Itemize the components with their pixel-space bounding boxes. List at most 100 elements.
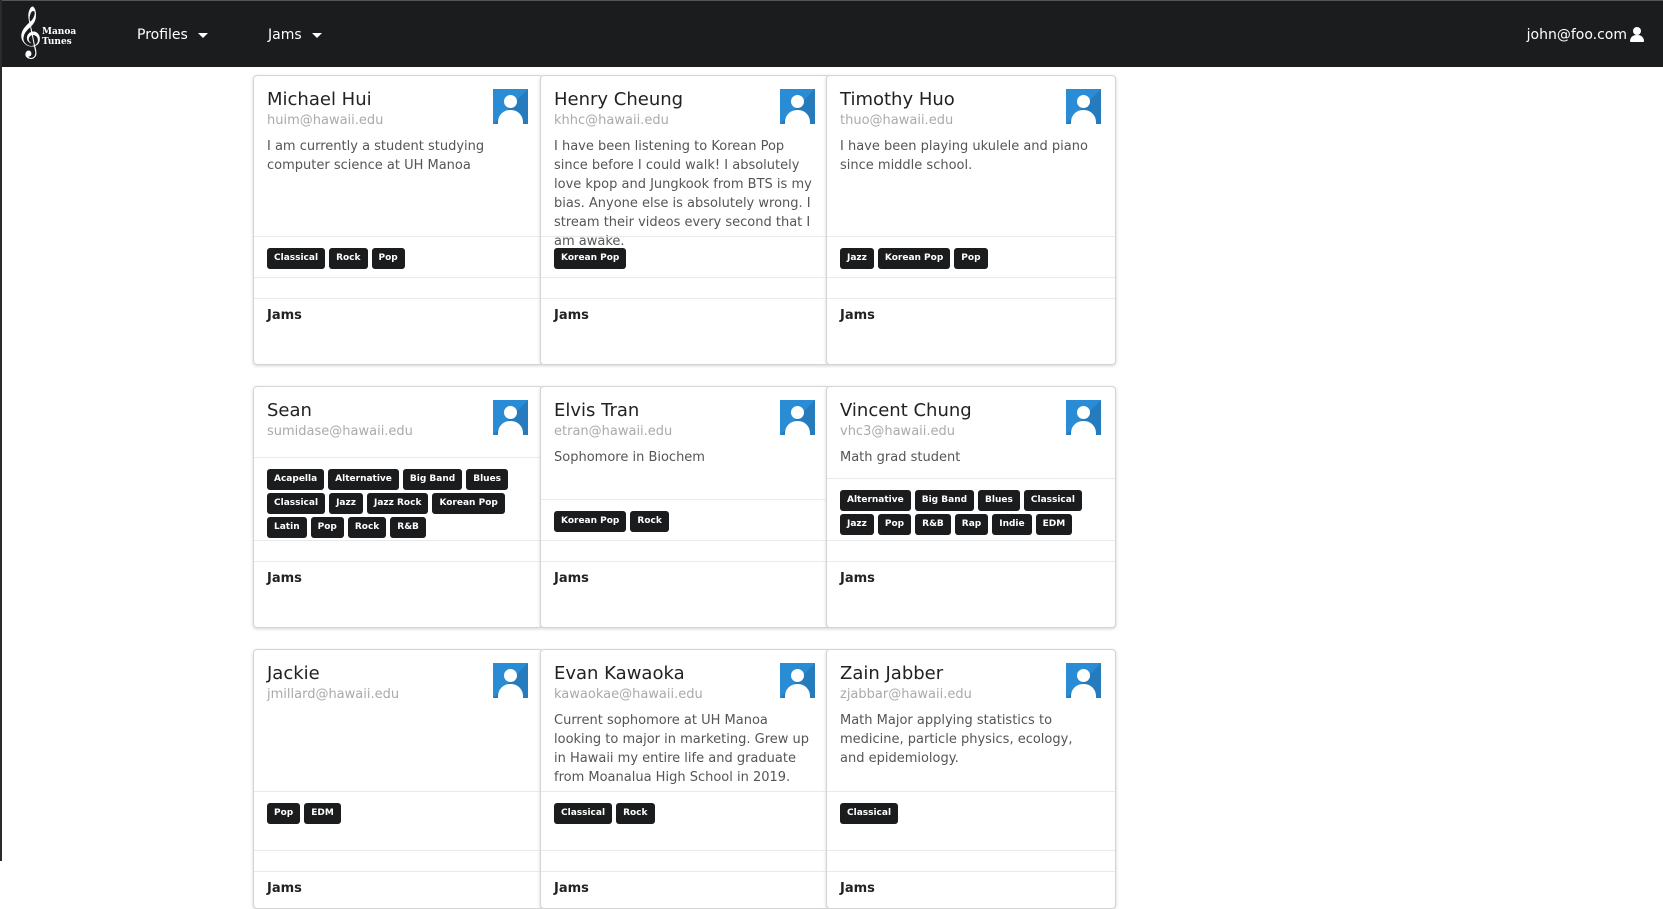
window-edge <box>0 0 2 861</box>
avatar-icon <box>780 89 815 124</box>
genre-tag: Classical <box>267 493 326 514</box>
profile-name: Henry Cheung <box>554 89 684 110</box>
genre-tag: Classical <box>554 803 613 824</box>
genre-tag: Jazz <box>840 514 874 535</box>
jams-label: Jams <box>267 881 302 896</box>
divider <box>254 540 542 541</box>
genre-tag: Rock <box>616 803 655 824</box>
profile-card[interactable]: Michael Hui huim@hawaii.edu I am currently… <box>253 75 543 365</box>
genre-tag: R&B <box>915 514 951 535</box>
user-icon <box>1629 27 1645 43</box>
user-email: john@foo.com <box>1526 27 1627 43</box>
jams-label: Jams <box>267 571 302 586</box>
treble-clef-icon: 𝄞 <box>16 6 43 57</box>
avatar-icon <box>1066 400 1101 435</box>
jams-section <box>254 871 542 872</box>
avatar-icon <box>1066 663 1101 698</box>
jams-section <box>827 871 1115 872</box>
divider <box>541 850 829 851</box>
profile-email: thuo@hawaii.edu <box>840 113 954 128</box>
genre-tag: Big Band <box>402 469 463 490</box>
top-navbar: 𝄞 Manoa Tunes Profiles Jams john@foo.com <box>2 0 1663 67</box>
caret-down-icon <box>197 32 208 38</box>
genre-tag: Blues <box>978 490 1020 511</box>
genre-tag: Jazz <box>840 248 874 269</box>
tags-section: Classical <box>827 791 1115 824</box>
jams-label: Jams <box>840 571 875 586</box>
jams-label: Jams <box>267 308 302 323</box>
profile-email: khhc@hawaii.edu <box>554 113 669 128</box>
profile-email: huim@hawaii.edu <box>267 113 384 128</box>
jams-label: Jams <box>554 308 589 323</box>
divider <box>827 277 1115 278</box>
profile-card[interactable]: Elvis Tran etran@hawaii.edu Sophomore in B… <box>540 386 830 628</box>
genre-tag: Korean Pop <box>554 511 627 532</box>
profile-card[interactable]: Zain Jabber zjabbar@hawaii.edu Math Major … <box>826 649 1116 909</box>
genre-tag: Pop <box>310 517 344 538</box>
jams-dropdown-label: Jams <box>268 27 302 43</box>
genre-tag: Rock <box>630 511 669 532</box>
tags-section: Korean Pop Rock <box>541 499 829 532</box>
jams-section <box>541 561 829 562</box>
genre-tag: Big Band <box>914 490 975 511</box>
tags-section: Korean Pop <box>541 236 829 269</box>
avatar-icon <box>493 663 528 698</box>
divider <box>827 850 1115 851</box>
profile-name: Elvis Tran <box>554 400 640 421</box>
jams-section <box>254 298 542 299</box>
profile-bio: Math grad student <box>840 450 961 465</box>
genre-tag: Alternative <box>840 490 911 511</box>
profile-email: vhc3@hawaii.edu <box>840 424 956 439</box>
genre-tag: Classical <box>1023 490 1082 511</box>
profile-email: sumidase@hawaii.edu <box>267 424 413 439</box>
genre-tag: Acapella <box>267 469 325 490</box>
tags-section: Alternative Big Band Blues Classical Jazz Pop… <box>827 478 1115 535</box>
profile-name: Sean <box>267 400 312 421</box>
profile-card[interactable]: Sean sumidase@hawaii.edu Acapella Alternati… <box>253 386 543 628</box>
genre-tag: EDM <box>1035 514 1073 535</box>
profile-bio: Sophomore in Biochem <box>554 450 705 465</box>
genre-tag: Alternative <box>328 469 399 490</box>
profile-card[interactable]: Jackie jmillard@hawaii.edu Pop EDM Jams <box>253 649 543 909</box>
avatar-icon <box>493 89 528 124</box>
avatar-icon <box>1066 89 1101 124</box>
genre-tag: Rap <box>954 514 989 535</box>
genre-tag: R&B <box>390 517 426 538</box>
user-menu[interactable]: john@foo.com <box>1527 27 1645 43</box>
profile-name: Evan Kawaoka <box>554 663 685 684</box>
tags-section: Jazz Korean Pop Pop <box>827 236 1115 269</box>
jams-section <box>827 298 1115 299</box>
profile-bio: I am currently a student studying comput… <box>267 139 485 173</box>
avatar-icon <box>780 400 815 435</box>
genre-tag: Korean Pop <box>432 493 505 514</box>
caret-down-icon <box>311 32 322 38</box>
profile-email: kawaokae@hawaii.edu <box>554 687 703 702</box>
profiles-dropdown-label: Profiles <box>137 27 188 43</box>
profile-card[interactable]: Henry Cheung khhc@hawaii.edu I have been l… <box>540 75 830 365</box>
profile-name: Michael Hui <box>267 89 372 110</box>
genre-tag: Classical <box>840 803 899 824</box>
profiles-dropdown[interactable]: Profiles <box>137 27 208 43</box>
genre-tag: Jazz Rock <box>366 493 429 514</box>
profile-card[interactable]: Vincent Chung vhc3@hawaii.edu Math grad st… <box>826 386 1116 628</box>
profile-name: Zain Jabber <box>840 663 944 684</box>
genre-tag: Rock <box>329 248 368 269</box>
jams-label: Jams <box>840 308 875 323</box>
jams-dropdown[interactable]: Jams <box>268 27 322 43</box>
avatar-icon <box>780 663 815 698</box>
manoa-tunes-logo[interactable]: 𝄞 Manoa Tunes <box>16 7 76 57</box>
genre-tag: EDM <box>304 803 341 824</box>
jams-label: Jams <box>840 881 875 896</box>
tags-section: Pop EDM <box>254 791 542 824</box>
divider <box>541 277 829 278</box>
avatar-icon <box>493 400 528 435</box>
profile-bio: Current sophomore at UH Manoa looking to… <box>554 713 810 785</box>
divider <box>254 850 542 851</box>
jams-section <box>827 561 1115 562</box>
genre-tag: Pop <box>877 514 912 535</box>
divider <box>827 540 1115 541</box>
profile-card[interactable]: Timothy Huo thuo@hawaii.edu I have been pl… <box>826 75 1116 365</box>
profile-card[interactable]: Evan Kawaoka kawaokae@hawaii.edu Current s… <box>540 649 830 909</box>
genre-tag: Jazz <box>329 493 363 514</box>
profile-name: Timothy Huo <box>840 89 955 110</box>
